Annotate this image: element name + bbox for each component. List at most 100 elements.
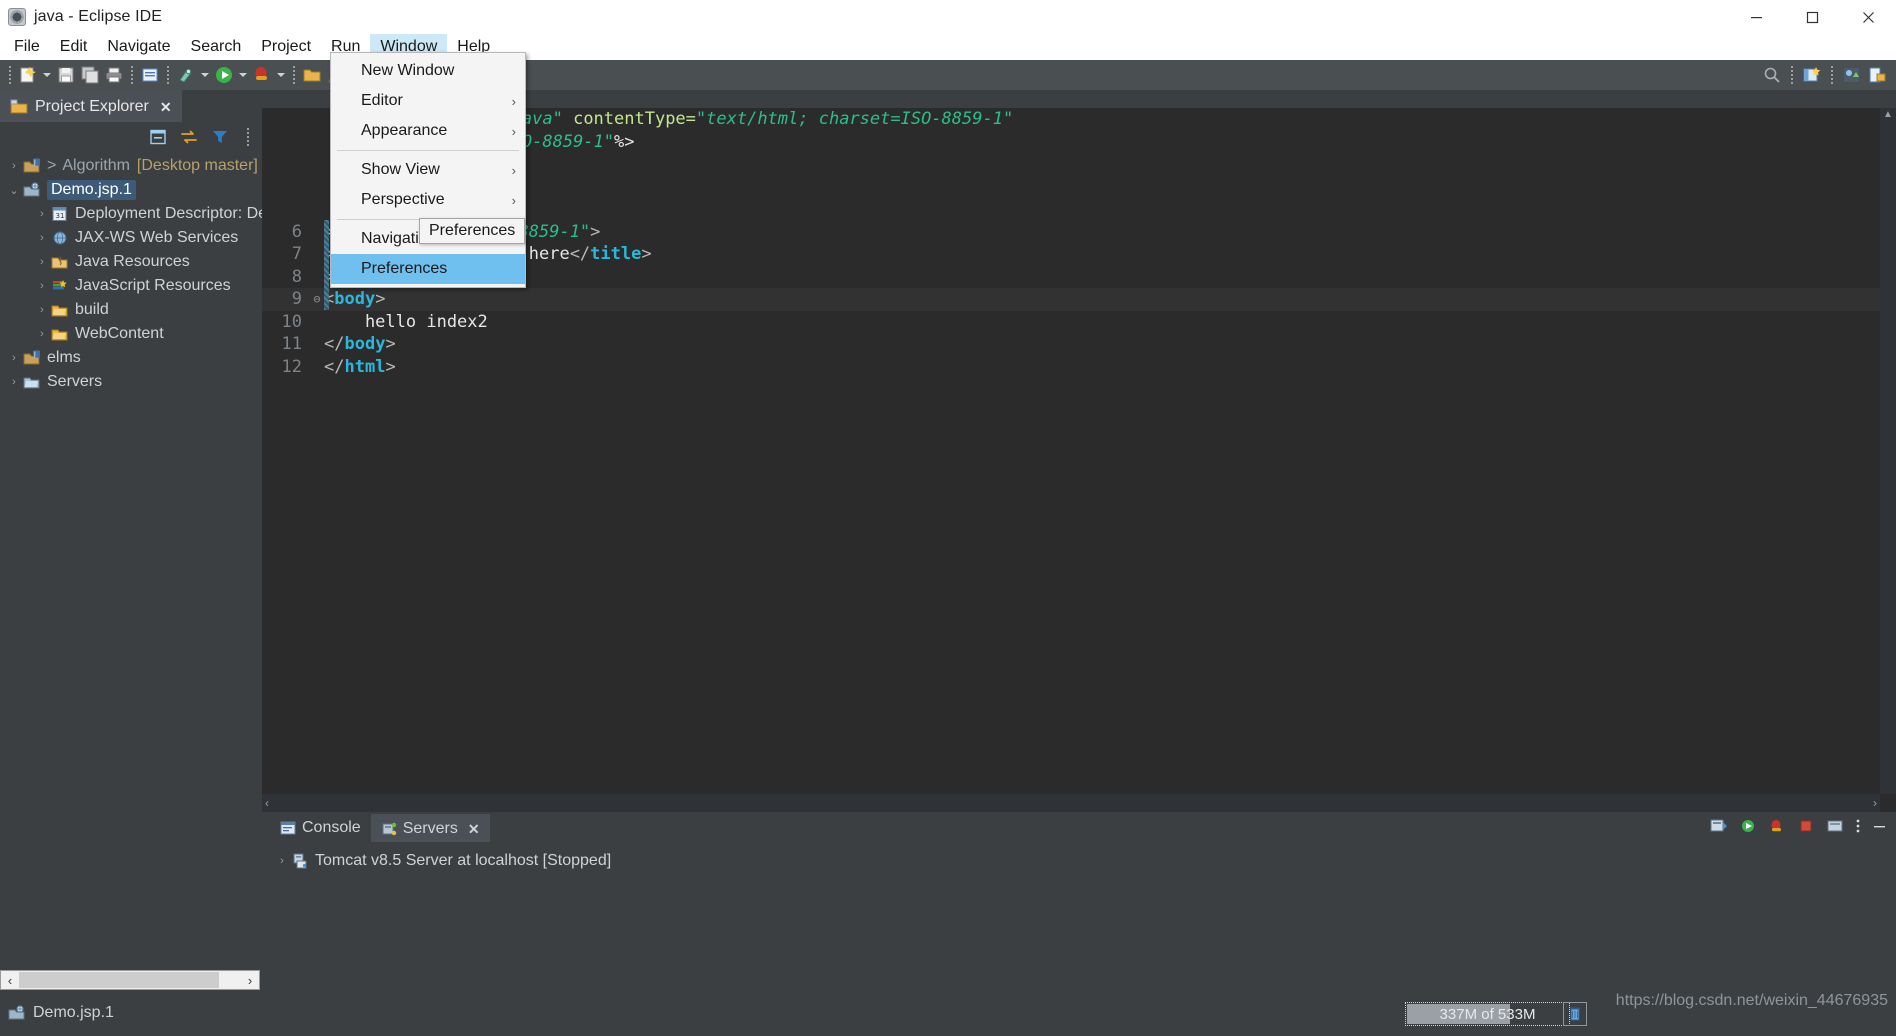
- toolbar-right-group: [1760, 60, 1890, 90]
- menu-item-perspective[interactable]: Perspective ›: [331, 185, 525, 215]
- view-menu-filter-icon[interactable]: [211, 128, 229, 146]
- open-perspective-icon[interactable]: [1800, 63, 1824, 87]
- menu-search[interactable]: Search: [181, 34, 252, 60]
- view-menu-icon[interactable]: [1855, 818, 1861, 834]
- editor-horizontal-scrollbar[interactable]: ‹ ›: [262, 794, 1880, 812]
- save-icon[interactable]: [54, 63, 78, 87]
- twisty-icon[interactable]: ›: [274, 855, 290, 867]
- chevron-right-icon: ›: [511, 123, 516, 139]
- menu-navigate[interactable]: Navigate: [97, 34, 180, 60]
- java-ee-perspective-icon[interactable]: [1840, 63, 1864, 87]
- new-wizard-icon[interactable]: [16, 63, 40, 87]
- tree-decorator: >: [47, 157, 57, 174]
- debug-icon[interactable]: [250, 63, 274, 87]
- twisty-icon[interactable]: ›: [34, 304, 50, 316]
- menu-item-preferences[interactable]: Preferences: [331, 254, 525, 284]
- tab-servers-label: Servers: [402, 820, 458, 837]
- menu-file[interactable]: File: [4, 34, 50, 60]
- tab-project-explorer[interactable]: Project Explorer ✕: [0, 90, 182, 122]
- svg-text:J: J: [33, 159, 36, 166]
- tab-console[interactable]: Console: [270, 814, 371, 842]
- close-icon[interactable]: ✕: [468, 821, 480, 838]
- external-tools-dropdown-icon[interactable]: [198, 63, 212, 87]
- tab-servers[interactable]: Servers ✕: [370, 814, 490, 842]
- server-row[interactable]: › Tomcat v8.5 Server at localhost [Stopp…: [274, 850, 1896, 872]
- run-dropdown-icon[interactable]: [236, 63, 250, 87]
- editor-vertical-scrollbar[interactable]: ▲: [1880, 108, 1896, 794]
- fold-marker[interactable]: ⊖: [310, 292, 324, 306]
- collapse-all-icon[interactable]: [149, 128, 167, 146]
- java-perspective-icon[interactable]: [1866, 63, 1890, 87]
- restart-server-icon[interactable]: [1826, 818, 1844, 834]
- publish-icon[interactable]: [1710, 818, 1728, 834]
- minimize-view-icon[interactable]: [1872, 818, 1888, 834]
- twisty-icon[interactable]: ›: [34, 280, 50, 292]
- tree-label: elms: [47, 349, 81, 366]
- twisty-icon[interactable]: ›: [34, 256, 50, 268]
- tree-label: JavaScript Resources: [75, 277, 231, 294]
- external-tools-icon[interactable]: [174, 63, 198, 87]
- search-icon[interactable]: [1760, 63, 1784, 87]
- trash-icon: [1568, 1006, 1582, 1022]
- scroll-right-icon[interactable]: ›: [241, 973, 259, 988]
- heap-status[interactable]: 337M of 533M: [1405, 1002, 1570, 1026]
- minimize-button[interactable]: [1728, 0, 1784, 34]
- twisty-icon[interactable]: ›: [34, 232, 50, 244]
- twisty-icon[interactable]: ›: [34, 208, 50, 220]
- console-icon: [280, 821, 296, 835]
- line-number: 10: [281, 311, 302, 332]
- menu-item-show-view[interactable]: Show View ›: [331, 155, 525, 185]
- close-button[interactable]: [1840, 0, 1896, 34]
- scroll-right-icon[interactable]: ›: [1873, 796, 1877, 810]
- status-selection: Demo.jsp.1: [8, 1004, 114, 1022]
- menu-item-new-window[interactable]: New Window: [331, 56, 525, 86]
- maximize-button[interactable]: [1784, 0, 1840, 34]
- window-controls: [1728, 0, 1896, 34]
- code-line: 12 </html>: [262, 356, 1880, 379]
- debug-dropdown-icon[interactable]: [274, 63, 288, 87]
- link-with-editor-icon[interactable]: [180, 128, 198, 146]
- window-title: java - Eclipse IDE: [34, 8, 163, 25]
- twisty-icon[interactable]: ›: [34, 328, 50, 340]
- save-all-icon[interactable]: [78, 63, 102, 87]
- server-icon: [290, 852, 310, 870]
- chevron-right-icon: ›: [511, 192, 516, 208]
- toolbar-separator: [9, 66, 11, 84]
- web-services-icon: [50, 229, 70, 247]
- menu-item-appearance[interactable]: Appearance ›: [331, 116, 525, 146]
- twisty-icon[interactable]: ›: [6, 376, 22, 388]
- toolbar-separator: [247, 128, 249, 146]
- servers-list: › Tomcat v8.5 Server at localhost [Stopp…: [262, 842, 1896, 872]
- twisty-icon[interactable]: ›: [6, 160, 22, 172]
- scroll-left-icon[interactable]: ‹: [1, 973, 19, 988]
- menu-item-editor[interactable]: Editor ›: [331, 86, 525, 116]
- stop-server-icon[interactable]: [1797, 818, 1815, 834]
- folder-icon: [50, 301, 70, 319]
- server-label: Tomcat v8.5 Server at localhost [Stopped…: [315, 852, 612, 869]
- new-file-icon[interactable]: [138, 63, 162, 87]
- print-icon[interactable]: [102, 63, 126, 87]
- toolbar-separator: [131, 66, 133, 84]
- open-folder-icon[interactable]: [300, 63, 324, 87]
- scroll-up-icon[interactable]: ▲: [1880, 108, 1896, 122]
- menu-edit[interactable]: Edit: [50, 34, 98, 60]
- tab-console-label: Console: [302, 819, 361, 836]
- twisty-icon[interactable]: ⌄: [6, 184, 22, 197]
- start-server-icon[interactable]: [1739, 818, 1757, 834]
- scrollbar-thumb[interactable]: [19, 972, 219, 988]
- twisty-icon[interactable]: ›: [6, 352, 22, 364]
- bottom-view-toolbar: [1710, 818, 1888, 834]
- tree-label: Demo.jsp.1: [47, 180, 136, 200]
- new-wizard-dropdown-icon[interactable]: [40, 63, 54, 87]
- line-number: 8: [291, 266, 302, 287]
- scroll-left-icon[interactable]: ‹: [265, 796, 269, 810]
- changed-lines-marker: [324, 220, 329, 310]
- status-selection-label: Demo.jsp.1: [33, 1004, 114, 1021]
- run-icon[interactable]: [212, 63, 236, 87]
- close-icon[interactable]: ✕: [160, 99, 172, 116]
- eclipse-icon: [8, 8, 26, 26]
- menu-project[interactable]: Project: [251, 34, 321, 60]
- bottom-view: Console Servers ✕ › Tomcat v8.5 Server a…: [262, 812, 1896, 990]
- debug-server-icon[interactable]: [1768, 818, 1786, 834]
- explorer-horizontal-scrollbar[interactable]: ‹ ›: [0, 970, 260, 990]
